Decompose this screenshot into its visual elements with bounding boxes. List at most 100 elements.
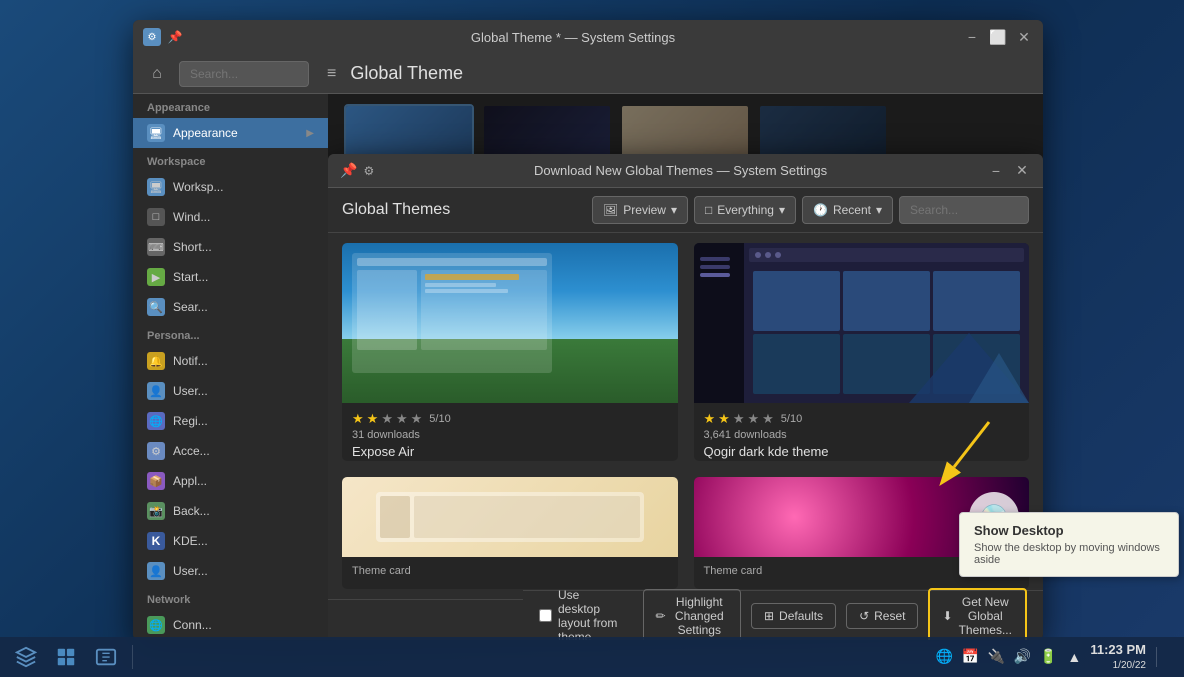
expose-name: Expose Air xyxy=(352,444,668,459)
get-new-themes-button[interactable]: ⬇ Get New Global Themes... xyxy=(928,588,1027,641)
defaults-icon: ⊞ xyxy=(764,609,774,623)
dialog-titlebar: 📌 ⚙ Download New Global Themes — System … xyxy=(328,154,1043,188)
sidebar-user2-label: User... xyxy=(173,564,208,578)
sidebar-item-start[interactable]: ▶ Start... xyxy=(133,262,328,292)
bottom-bar: Use desktop layout from theme ✏ Highligh… xyxy=(523,590,1043,640)
sidebar-item-wind[interactable]: □ Wind... xyxy=(133,202,328,232)
dialog-close-button[interactable]: ✕ xyxy=(1013,162,1031,180)
sidebar-item-conn[interactable]: 🌐 Conn... xyxy=(133,610,328,640)
show-desktop-button[interactable] xyxy=(1156,647,1176,667)
highlight-label: Highlight Changed Settings xyxy=(671,595,728,637)
everything-button[interactable]: □ Everything ▾ xyxy=(694,196,796,224)
dialog-minimize-button[interactable]: − xyxy=(987,162,1005,180)
toolbar-btn-group: 🖼 Preview ▾ □ Everything ▾ xyxy=(592,196,1029,224)
theme-card-3: Theme card xyxy=(342,477,678,589)
personal-section-header: Persona... xyxy=(133,322,328,346)
battery-icon[interactable]: 🔋 xyxy=(1038,647,1058,667)
sidebar-item-short[interactable]: ⌨ Short... xyxy=(133,232,328,262)
sidebar-item-sear[interactable]: 🔍 Sear... xyxy=(133,292,328,322)
usb-icon[interactable]: 🔌 xyxy=(986,647,1006,667)
taskbar-app-2[interactable] xyxy=(48,641,84,673)
preview-button[interactable]: 🖼 Preview ▾ xyxy=(592,196,688,224)
regi-icon: 🌐 xyxy=(147,412,165,430)
qogir-preview-image xyxy=(694,243,1030,403)
notif-icon: 🔔 xyxy=(147,352,165,370)
minimize-button[interactable]: − xyxy=(963,28,981,46)
layout-checkbox[interactable] xyxy=(539,609,552,622)
defaults-label: Defaults xyxy=(779,609,823,623)
expose-stars: ★ ★ ★ ★ ★ 5/10 xyxy=(352,411,668,427)
workspace-section-header: Workspace xyxy=(133,148,328,172)
sidebar-item-user[interactable]: 👤 User... xyxy=(133,376,328,406)
taskbar-app-3[interactable] xyxy=(88,641,124,673)
sidebar-item-kde[interactable]: K KDE... xyxy=(133,526,328,556)
sidebar-start-label: Start... xyxy=(173,270,208,284)
qogir-star-3: ★ xyxy=(733,411,745,427)
maximize-button[interactable]: ⬜ xyxy=(989,28,1007,46)
close-button[interactable]: ✕ xyxy=(1015,28,1033,46)
layout-checkbox-text: Use desktop layout from theme xyxy=(558,588,623,641)
short-icon: ⌨ xyxy=(147,238,165,256)
sidebar-item-label: Appearance xyxy=(173,126,238,140)
sidebar-item-acce[interactable]: ⚙ Acce... xyxy=(133,436,328,466)
acce-icon: ⚙ xyxy=(147,442,165,460)
recent-label: Recent xyxy=(833,203,871,217)
star-3: ★ xyxy=(381,411,393,427)
star-2: ★ xyxy=(367,411,379,427)
dialog-search-input[interactable] xyxy=(899,196,1029,224)
recent-chevron-icon: ▾ xyxy=(876,203,882,217)
sidebar-conn-label: Conn... xyxy=(173,618,212,632)
volume-icon[interactable]: 🔊 xyxy=(1012,647,1032,667)
defaults-button[interactable]: ⊞ Defaults xyxy=(751,603,836,629)
dialog-section-title: Global Themes xyxy=(342,201,450,219)
taskbar-time[interactable]: 11:23 PM 1/20/22 xyxy=(1090,642,1146,672)
sidebar-item-worksp[interactable]: 🖥 Worksp... xyxy=(133,172,328,202)
sidebar-item-appearance[interactable]: 🖥 Appearance ▶ xyxy=(133,118,328,148)
recent-button[interactable]: 🕐 Recent ▾ xyxy=(802,196,893,224)
yellow-arrow-annotation xyxy=(929,412,1009,492)
appearance-icon: 🖥 xyxy=(147,124,165,142)
menu-icon[interactable]: ≡ xyxy=(327,65,336,83)
layout-checkbox-label[interactable]: Use desktop layout from theme xyxy=(539,588,623,641)
sidebar-item-regi[interactable]: 🌐 Regi... xyxy=(133,406,328,436)
highlight-icon: ✏ xyxy=(656,609,666,623)
reset-button[interactable]: ↺ Reset xyxy=(846,603,918,629)
sidebar-item-user2[interactable]: 👤 User... xyxy=(133,556,328,586)
sidebar-item-back[interactable]: 📸 Back... xyxy=(133,496,328,526)
sidebar-appl-label: Appl... xyxy=(173,474,207,488)
download-icon: ⬇ xyxy=(942,609,952,623)
toolbar-search-input[interactable] xyxy=(179,61,309,87)
conn-icon: 🌐 xyxy=(147,616,165,634)
dialog-controls: − ✕ xyxy=(987,162,1031,180)
star-1: ★ xyxy=(352,411,364,427)
highlight-button[interactable]: ✏ Highlight Changed Settings xyxy=(643,589,741,641)
home-button[interactable]: ⌂ xyxy=(145,62,169,86)
sidebar-item-appl[interactable]: 📦 Appl... xyxy=(133,466,328,496)
worksp-icon: 🖥 xyxy=(147,178,165,196)
arrow-icon: ▶ xyxy=(306,128,314,139)
dialog-toolbar: Global Themes 🖼 Preview ▾ □ Everything xyxy=(328,188,1043,233)
theme-card-3-info: Theme card xyxy=(342,557,678,577)
sear-icon: 🔍 xyxy=(147,298,165,316)
mountain-icon xyxy=(909,323,1029,403)
page-title: Global Theme xyxy=(350,63,463,84)
expose-rating: 5/10 xyxy=(429,413,450,425)
sidebar-item-notif[interactable]: 🔔 Notif... xyxy=(133,346,328,376)
qogir-star-2: ★ xyxy=(718,411,730,427)
network-icon[interactable]: 🌐 xyxy=(934,647,954,667)
taskbar-icon-1 xyxy=(15,646,37,668)
user2-icon: 👤 xyxy=(147,562,165,580)
content-area: Appearance 🖥 Appearance ▶ Workspace 🖥 Wo… xyxy=(133,94,1043,640)
appl-icon: 📦 xyxy=(147,472,165,490)
preview-icon: 🖼 xyxy=(603,203,618,217)
qogir-sidebar xyxy=(694,243,744,403)
expose-preview-image xyxy=(342,243,678,403)
reset-icon: ↺ xyxy=(859,609,869,623)
calendar-icon[interactable]: 📅 xyxy=(960,647,980,667)
taskbar-app-1[interactable] xyxy=(8,641,44,673)
preview-chevron-icon: ▾ xyxy=(671,203,677,217)
get-new-label: Get New Global Themes... xyxy=(958,595,1013,637)
kde-icon: K xyxy=(147,532,165,550)
everything-chevron-icon: ▾ xyxy=(779,203,785,217)
arrow-up-icon[interactable]: ▲ xyxy=(1064,647,1084,667)
